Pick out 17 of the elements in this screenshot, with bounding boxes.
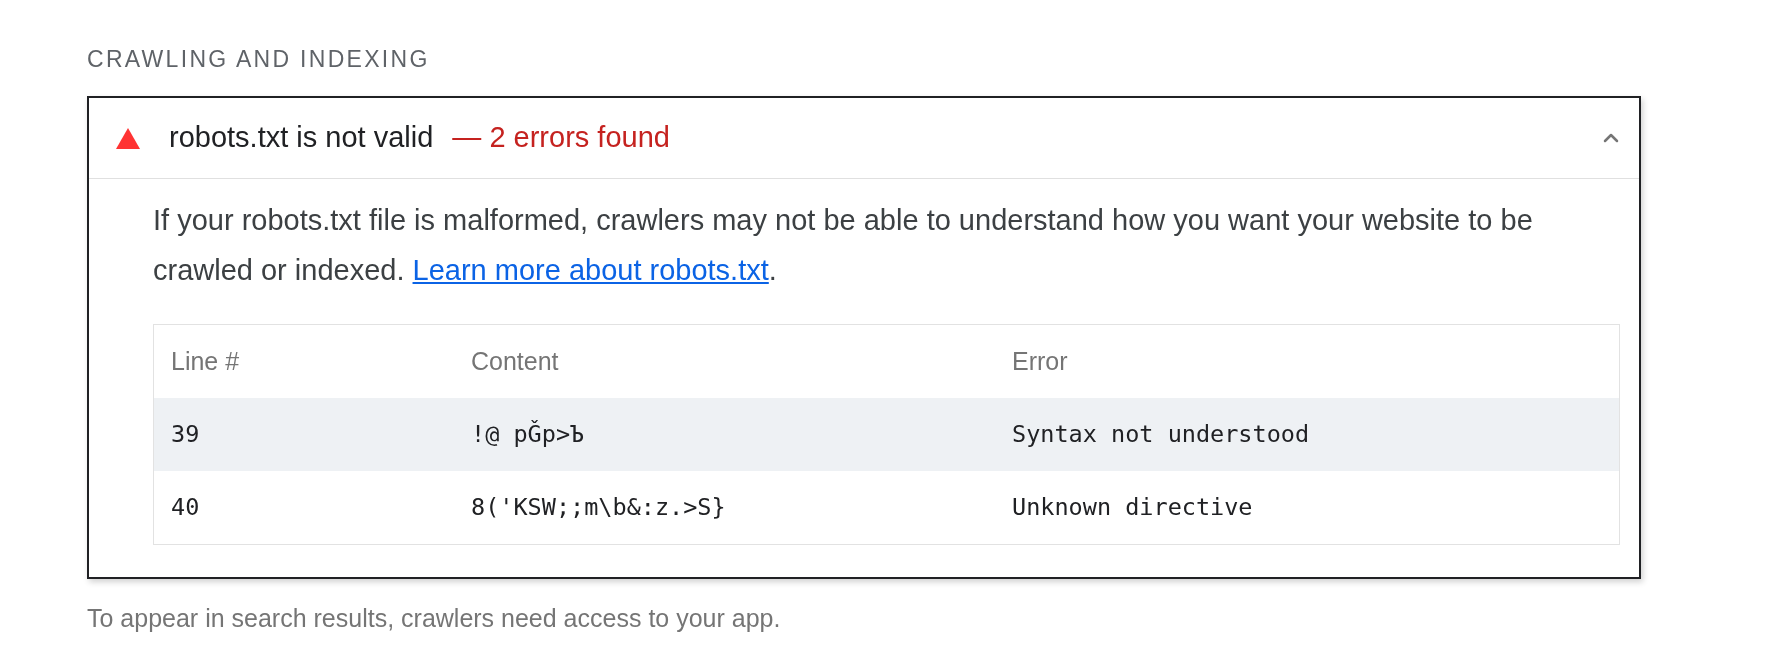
error-count: — 2 errors found bbox=[452, 120, 670, 156]
column-header: Line # bbox=[171, 346, 240, 375]
table-cell: 8('KSW;;m\b&:z.>S} bbox=[471, 492, 726, 521]
table-cell: Syntax not understood bbox=[1012, 419, 1310, 448]
table-cell: Unknown directive bbox=[1012, 492, 1253, 521]
column-header: Error bbox=[1012, 346, 1068, 375]
section-description: To appear in search results, crawlers need access to your app. bbox=[87, 603, 781, 633]
warning-triangle-icon bbox=[116, 127, 140, 149]
table-cell: !@ pǦp>Ъ bbox=[471, 419, 585, 448]
table-cell: 39 bbox=[171, 419, 200, 448]
section-heading: CRAWLING AND INDEXING bbox=[87, 45, 430, 73]
audit-header[interactable]: robots.txt is not valid — 2 errors found bbox=[89, 98, 1639, 179]
audit-description: If your robots.txt file is malformed, crawlers may not be able to understand how you want your website to be crawled or indexed. Learn more about robots.txt. bbox=[153, 203, 1534, 288]
column-header: Content bbox=[471, 346, 559, 375]
table-cell: 40 bbox=[171, 492, 200, 521]
audit-title: robots.txt is not valid bbox=[169, 120, 434, 156]
learn-more-link[interactable]: Learn more about robots.txt bbox=[412, 254, 769, 286]
